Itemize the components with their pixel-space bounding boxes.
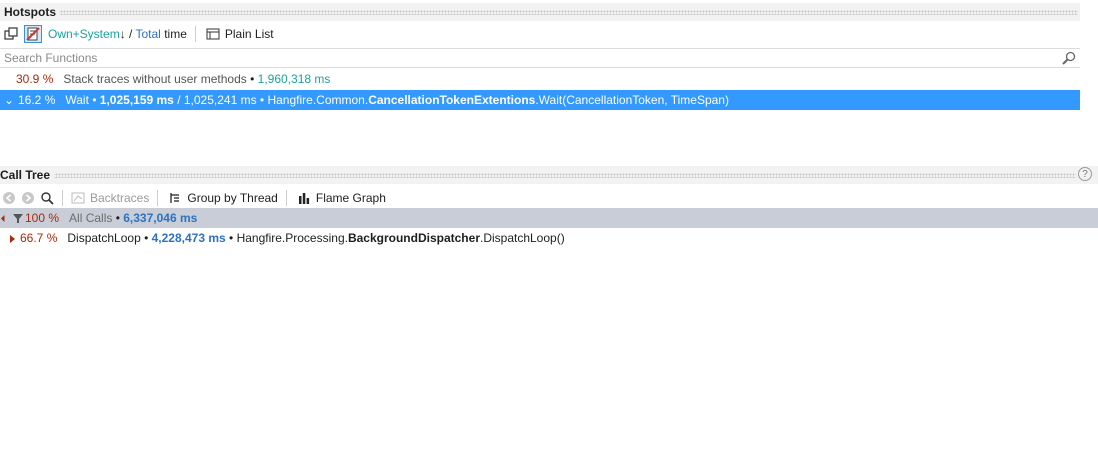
header-dots [52,173,1076,178]
copy-icon[interactable] [2,25,20,43]
header-dots [60,10,1078,15]
expand-triangle-icon[interactable] [10,234,15,243]
backtraces-button[interactable]: Backtraces [90,191,149,205]
hotspots-toolbar: Own+System↓ / Total time Plain List [2,22,1080,46]
back-icon[interactable] [0,189,18,207]
time-label: time [160,27,187,41]
help-icon[interactable]: ? [1078,167,1092,181]
call-tree-header: Call Tree [0,166,1098,184]
row-name: All Calls [69,211,113,225]
row-sep: • [88,93,100,107]
row-class: BackgroundDispatcher [347,231,480,245]
row-namespace: Hangfire.Processing. [236,231,348,245]
row-sep: • [246,72,258,86]
slash: / [125,27,136,41]
row-slash: / [173,93,184,107]
row-time: 4,228,473 ms [151,231,226,245]
row-name: Stack traces without user methods [63,72,247,86]
hotspot-row-selected[interactable]: ⌄ 16.2 % Wait • 1,025,159 ms / 1,025,241 m… [0,90,1080,110]
filter-user-code-icon[interactable] [24,25,42,43]
row-name: Wait [65,93,89,107]
search-input[interactable] [0,49,1044,67]
row-namespace: Hangfire.Common. [267,93,369,107]
row-class: CancellationTokenExtentions [368,93,536,107]
filter-funnel-icon [13,209,23,229]
row-method: .DispatchLoop() [479,231,565,245]
row-time: 6,337,046 ms [123,211,198,225]
toolbar-separator [62,190,63,206]
plain-list-icon[interactable] [204,25,222,43]
row-percent: 30.9 % [16,72,54,86]
row-sep: • [140,231,152,245]
search-icon[interactable] [1062,51,1076,68]
row-percent: 66.7 % [20,231,58,245]
flame-graph-button[interactable]: Flame Graph [316,191,386,205]
hotspots-title: Hotspots [4,5,60,19]
row-method: .Wait(CancellationToken, TimeSpan) [535,93,729,107]
row-time: 1,960,318 ms [257,72,331,86]
toolbar-separator [157,190,159,206]
total-label[interactable]: Total [136,27,161,41]
call-tree-toolbar: Backtraces Group by Thread Flame Graph [0,186,1098,210]
row-name: DispatchLoop [67,231,141,245]
row-own-time: 1,025,159 ms [99,93,174,107]
call-tree-row[interactable]: 66.7 % DispatchLoop • 4,228,473 ms • Hang… [0,228,1098,248]
hotspot-row[interactable]: 30.9 % Stack traces without user methods … [0,69,1080,89]
plain-list-button[interactable]: Plain List [225,27,274,41]
row-sep: • [256,93,268,107]
row-percent: 16.2 % [18,93,56,107]
sort-time-selector[interactable]: Own+System↓ / Total time [48,27,187,41]
row-total-time: 1,025,241 ms [183,93,257,107]
call-tree-title: Call Tree [0,168,55,182]
forward-icon[interactable] [19,189,37,207]
group-by-thread-icon [166,189,184,207]
toolbar-separator [285,190,287,206]
search-functions [0,48,1080,68]
zoom-icon[interactable] [38,189,56,207]
own-system-label[interactable]: Own+System [48,27,120,41]
group-by-thread-button[interactable]: Group by Thread [187,191,278,205]
flame-graph-icon [295,189,313,207]
call-tree-root-row[interactable]: 100 % All Calls • 6,337,046 ms [0,208,1098,228]
backtraces-icon [69,189,87,207]
row-sep: • [112,211,124,225]
expand-chevron-icon[interactable]: ⌄ [4,90,18,110]
toolbar-separator [194,26,196,42]
collapse-triangle-icon[interactable] [0,215,9,223]
hotspots-header: Hotspots [0,3,1080,21]
row-percent: 100 % [25,211,60,225]
row-sep: • [225,231,237,245]
